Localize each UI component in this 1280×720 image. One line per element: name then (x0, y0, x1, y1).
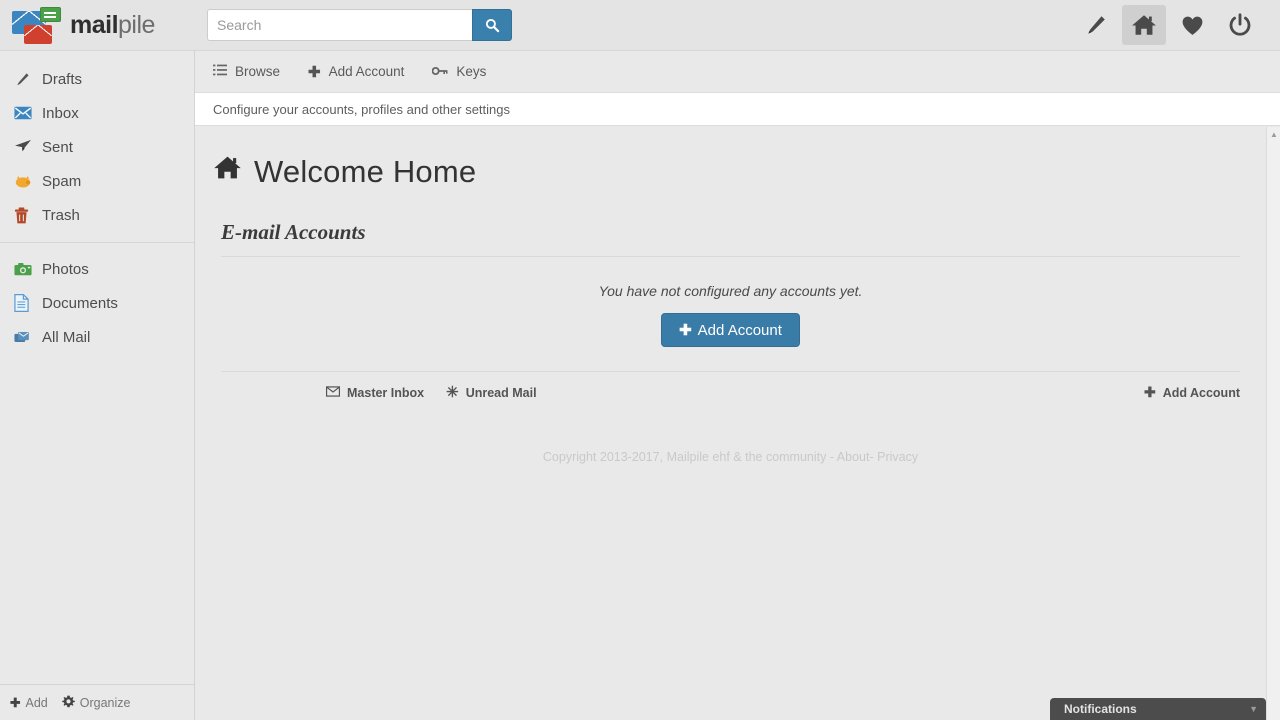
sidebar: Drafts Inbox Sent Spam Trash Photos Docu… (0, 51, 195, 720)
subnav-item-add-account[interactable]: ✚ Add Account (308, 63, 404, 81)
sidebar-item-trash[interactable]: Trash (0, 198, 194, 232)
plus-icon: ✚ (308, 63, 321, 81)
header-tools (1074, 5, 1280, 45)
home-icon (1132, 15, 1156, 35)
sidebar-item-label: Trash (42, 206, 80, 224)
paper-plane-icon (14, 139, 42, 155)
brand-name-bold: mail (70, 10, 119, 39)
subnav-item-keys[interactable]: Keys (432, 64, 486, 79)
section-title-email-accounts: E-mail Accounts (221, 220, 1240, 257)
sidebar-item-sent[interactable]: Sent (0, 130, 194, 164)
pencil-icon (14, 71, 42, 88)
app-header: mailpile (0, 0, 1280, 51)
all-mail-icon (14, 330, 42, 344)
heart-icon-button[interactable] (1170, 5, 1214, 45)
add-account-link-label: Add Account (1162, 385, 1240, 400)
sidebar-item-label: Sent (42, 138, 73, 156)
add-account-link[interactable]: ✚ Add Account (1144, 384, 1240, 401)
subnav-item-browse[interactable]: Browse (213, 64, 280, 79)
notifications-bar[interactable]: Notifications ▼ (1050, 698, 1266, 720)
about-link[interactable]: About (837, 450, 870, 464)
sidebar-item-photos[interactable]: Photos (0, 252, 194, 286)
subnav-item-label: Add Account (328, 64, 405, 79)
document-icon (14, 294, 42, 312)
settings-subnav: Browse ✚ Add Account Keys (195, 51, 1280, 93)
brand-name: mailpile (70, 11, 155, 40)
envelope-icon (14, 106, 42, 120)
scroll-up-arrow-icon[interactable]: ▲ (1267, 127, 1280, 141)
plus-icon: ✚ (1143, 384, 1156, 400)
chevron-down-icon[interactable]: ▼ (1249, 704, 1258, 714)
sidebar-item-inbox[interactable]: Inbox (0, 96, 194, 130)
page-title: Welcome Home (195, 127, 1266, 190)
settings-description-bar: Configure your accounts, profiles and ot… (195, 93, 1280, 126)
search-box (207, 9, 512, 41)
power-icon-button[interactable] (1218, 5, 1262, 45)
empty-accounts-message: You have not configured any accounts yet… (598, 283, 863, 299)
main-scrollbar[interactable]: ▲ (1266, 127, 1280, 720)
search-icon (485, 18, 499, 32)
sidebar-item-label: Photos (42, 260, 89, 278)
sidebar-footer: ✚ Add Organize (0, 684, 194, 720)
sidebar-item-spam[interactable]: Spam (0, 164, 194, 198)
privacy-link[interactable]: Privacy (877, 450, 918, 464)
sidebar-item-documents[interactable]: Documents (0, 286, 194, 320)
notifications-label: Notifications (1064, 702, 1137, 716)
sidebar-item-all-mail[interactable]: All Mail (0, 320, 194, 354)
brand[interactable]: mailpile (0, 5, 195, 45)
unread-mail-link[interactable]: ✳ Unread Mail (446, 385, 536, 400)
sidebar-divider (0, 242, 194, 243)
add-account-button-label: Add Account (697, 322, 782, 339)
actions-right: ✚ Add Account (1144, 384, 1240, 401)
key-icon (432, 64, 449, 79)
gear-icon (61, 695, 75, 711)
sidebar-add-button[interactable]: ✚ Add (10, 695, 48, 711)
sidebar-item-label: Drafts (42, 70, 83, 88)
copyright-separator: - (869, 450, 878, 464)
add-account-button[interactable]: ✚ Add Account (661, 313, 800, 347)
envelope-icon (325, 385, 341, 400)
actions-left: Master Inbox ✳ Unread Mail (325, 385, 537, 400)
sidebar-organize-button[interactable]: Organize (61, 695, 131, 711)
sidebar-item-label: Inbox (42, 104, 79, 122)
search-button[interactable] (472, 9, 512, 41)
asterisk-icon: ✳ (446, 384, 459, 401)
mailpile-envelopes-logo (10, 5, 62, 45)
copyright-footer: Copyright 2013-2017, Mailpile ehf & the … (195, 450, 1266, 464)
master-inbox-label: Master Inbox (347, 385, 425, 400)
sidebar-item-label: Spam (42, 172, 82, 190)
plus-icon: ✚ (10, 696, 21, 710)
plus-icon: ✚ (679, 322, 692, 339)
master-inbox-link[interactable]: Master Inbox (325, 385, 425, 400)
list-icon (213, 64, 227, 79)
home-icon (213, 153, 242, 190)
main-content: Welcome Home E-mail Accounts You have no… (195, 127, 1266, 720)
copyright-text: Copyright 2013-2017, Mailpile ehf & the … (542, 450, 837, 464)
power-icon (1229, 13, 1251, 36)
trash-icon (14, 207, 42, 224)
accounts-actions-row: Master Inbox ✳ Unread Mail ✚ Add Account (221, 371, 1240, 402)
compose-icon-button[interactable] (1074, 5, 1118, 45)
subnav-item-label: Browse (235, 64, 281, 79)
settings-description: Configure your accounts, profiles and ot… (213, 101, 511, 117)
sidebar-item-label: Documents (42, 294, 118, 312)
search-input[interactable] (207, 9, 472, 41)
camera-icon (14, 262, 42, 276)
brand-name-light: pile (118, 10, 155, 39)
sidebar-add-label: Add (25, 695, 48, 710)
sidebar-organize-label: Organize (79, 695, 131, 710)
heart-icon (1182, 16, 1202, 35)
home-icon-button[interactable] (1122, 5, 1166, 45)
sidebar-nav: Drafts Inbox Sent Spam Trash Photos Docu… (0, 51, 194, 354)
page-title-text: Welcome Home (254, 153, 477, 189)
pig-icon (14, 174, 42, 189)
compose-icon (1088, 16, 1105, 34)
sidebar-item-drafts[interactable]: Drafts (0, 62, 194, 96)
subnav-item-label: Keys (456, 64, 487, 79)
sidebar-item-label: All Mail (42, 328, 91, 346)
unread-mail-label: Unread Mail (465, 385, 537, 400)
